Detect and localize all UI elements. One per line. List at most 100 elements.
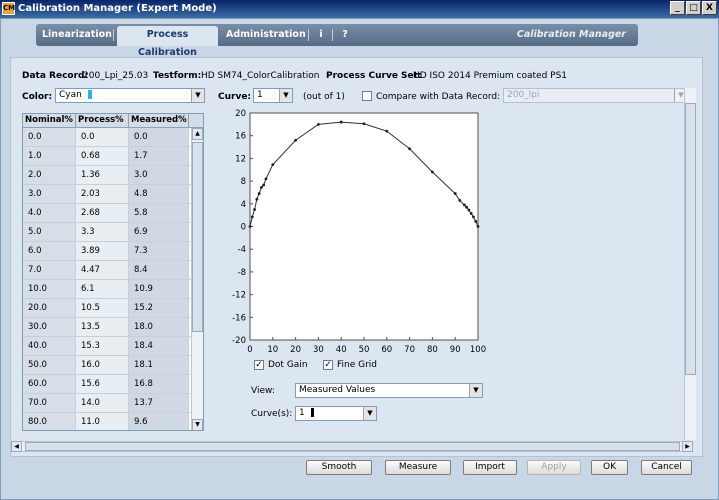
- horizontal-scroll-thumb[interactable]: [25, 442, 680, 451]
- table-row[interactable]: 60.0 15.6 16.8: [23, 375, 203, 394]
- compare-checkbox[interactable]: [362, 91, 372, 101]
- tab-administration[interactable]: Administration: [226, 26, 306, 46]
- smooth-button[interactable]: Smooth: [306, 460, 372, 475]
- scroll-right-icon[interactable]: ▶: [682, 441, 693, 452]
- table-row[interactable]: 0.0 0.0 0.0: [23, 128, 203, 147]
- measured-cell[interactable]: 15.2: [129, 299, 189, 317]
- measure-button[interactable]: Measure: [385, 460, 451, 475]
- apply-button[interactable]: Apply: [527, 460, 581, 475]
- process-cell[interactable]: 2.03: [76, 185, 129, 203]
- nominal-cell[interactable]: 60.0: [23, 375, 76, 393]
- scroll-down-icon[interactable]: ▼: [192, 419, 203, 430]
- nominal-cell[interactable]: 6.0: [23, 242, 76, 260]
- process-cell[interactable]: 3.89: [76, 242, 129, 260]
- nominal-cell[interactable]: 5.0: [23, 223, 76, 241]
- process-cell[interactable]: 1.36: [76, 166, 129, 184]
- measured-cell[interactable]: 1.7: [129, 147, 189, 165]
- table-row[interactable]: 80.0 11.0 9.6: [23, 413, 203, 430]
- table-row[interactable]: 3.0 2.03 4.8: [23, 185, 203, 204]
- nominal-cell[interactable]: 7.0: [23, 261, 76, 279]
- import-button[interactable]: Import: [463, 460, 517, 475]
- scroll-up-icon[interactable]: ▲: [192, 128, 203, 140]
- nominal-cell[interactable]: 30.0: [23, 318, 76, 336]
- process-cell[interactable]: 10.5: [76, 299, 129, 317]
- table-row[interactable]: 4.0 2.68 5.8: [23, 204, 203, 223]
- compare-select[interactable]: 200_lpi ▼: [503, 88, 688, 103]
- measured-cell[interactable]: 10.9: [129, 280, 189, 298]
- color-select[interactable]: Cyan ▼: [55, 88, 205, 103]
- measured-cell[interactable]: 6.9: [129, 223, 189, 241]
- measured-cell[interactable]: 5.8: [129, 204, 189, 222]
- table-row[interactable]: 1.0 0.68 1.7: [23, 147, 203, 166]
- header-process[interactable]: Process%: [76, 114, 129, 127]
- cancel-button[interactable]: Cancel: [641, 460, 692, 475]
- process-cell[interactable]: 15.3: [76, 337, 129, 355]
- data-point: [262, 183, 266, 187]
- nominal-cell[interactable]: 70.0: [23, 394, 76, 412]
- table-row[interactable]: 40.0 15.3 18.4: [23, 337, 203, 356]
- ok-button[interactable]: OK: [591, 460, 628, 475]
- nominal-cell[interactable]: 4.0: [23, 204, 76, 222]
- scroll-left-icon[interactable]: ◀: [11, 441, 22, 452]
- measured-cell[interactable]: 9.6: [129, 413, 189, 430]
- nominal-cell[interactable]: 3.0: [23, 185, 76, 203]
- curves-select[interactable]: 1 ▼: [295, 406, 377, 421]
- tab-process-calibration[interactable]: Process Calibration: [117, 26, 218, 58]
- process-cell[interactable]: 2.68: [76, 204, 129, 222]
- close-button[interactable]: X: [702, 1, 717, 15]
- scroll-thumb[interactable]: [192, 142, 203, 332]
- table-row[interactable]: 50.0 16.0 18.1: [23, 356, 203, 375]
- measured-cell[interactable]: 13.7: [129, 394, 189, 412]
- process-cell[interactable]: 3.3: [76, 223, 129, 241]
- curve-select[interactable]: 1 ▼: [253, 88, 293, 103]
- measured-cell[interactable]: 18.1: [129, 356, 189, 374]
- dot-gain-checkbox[interactable]: ✓: [254, 360, 264, 370]
- nominal-cell[interactable]: 20.0: [23, 299, 76, 317]
- process-cell[interactable]: 0.0: [76, 128, 129, 146]
- nominal-cell[interactable]: 2.0: [23, 166, 76, 184]
- process-cell[interactable]: 11.0: [76, 413, 129, 430]
- measured-cell[interactable]: 8.4: [129, 261, 189, 279]
- measured-cell[interactable]: 0.0: [129, 128, 189, 146]
- tab-linearization[interactable]: Linearization: [42, 26, 112, 46]
- nominal-cell[interactable]: 0.0: [23, 128, 76, 146]
- process-cell[interactable]: 16.0: [76, 356, 129, 374]
- fine-grid-checkbox[interactable]: ✓: [323, 360, 333, 370]
- panel-scrollbar[interactable]: [684, 88, 696, 440]
- measured-cell[interactable]: 16.8: [129, 375, 189, 393]
- measured-cell[interactable]: 18.0: [129, 318, 189, 336]
- header-measured[interactable]: Measured%: [129, 114, 189, 127]
- horizontal-scrollbar[interactable]: ◀ ▶: [10, 441, 693, 452]
- table-row[interactable]: 7.0 4.47 8.4: [23, 261, 203, 280]
- table-row[interactable]: 20.0 10.5 15.2: [23, 299, 203, 318]
- table-row[interactable]: 5.0 3.3 6.9: [23, 223, 203, 242]
- table-row[interactable]: 70.0 14.0 13.7: [23, 394, 203, 413]
- measured-cell[interactable]: 3.0: [129, 166, 189, 184]
- process-cell[interactable]: 0.68: [76, 147, 129, 165]
- minimize-button[interactable]: _: [670, 1, 685, 15]
- nominal-cell[interactable]: 80.0: [23, 413, 76, 430]
- nominal-cell[interactable]: 40.0: [23, 337, 76, 355]
- table-row[interactable]: 2.0 1.36 3.0: [23, 166, 203, 185]
- tab-help[interactable]: ?: [338, 26, 352, 46]
- process-cell[interactable]: 4.47: [76, 261, 129, 279]
- measured-cell[interactable]: 7.3: [129, 242, 189, 260]
- table-row[interactable]: 10.0 6.1 10.9: [23, 280, 203, 299]
- process-cell[interactable]: 6.1: [76, 280, 129, 298]
- tab-info[interactable]: i: [314, 26, 328, 46]
- nominal-cell[interactable]: 10.0: [23, 280, 76, 298]
- header-nominal[interactable]: Nominal%: [23, 114, 76, 127]
- nominal-cell[interactable]: 1.0: [23, 147, 76, 165]
- measured-cell[interactable]: 4.8: [129, 185, 189, 203]
- view-select[interactable]: Measured Values ▼: [295, 383, 483, 398]
- process-cell[interactable]: 15.6: [76, 375, 129, 393]
- table-scrollbar[interactable]: ▲ ▼: [191, 128, 203, 430]
- nominal-cell[interactable]: 50.0: [23, 356, 76, 374]
- table-row[interactable]: 6.0 3.89 7.3: [23, 242, 203, 261]
- panel-scroll-thumb[interactable]: [685, 103, 696, 375]
- table-row[interactable]: 30.0 13.5 18.0: [23, 318, 203, 337]
- process-cell[interactable]: 14.0: [76, 394, 129, 412]
- process-cell[interactable]: 13.5: [76, 318, 129, 336]
- maximize-button[interactable]: □: [686, 1, 701, 15]
- measured-cell[interactable]: 18.4: [129, 337, 189, 355]
